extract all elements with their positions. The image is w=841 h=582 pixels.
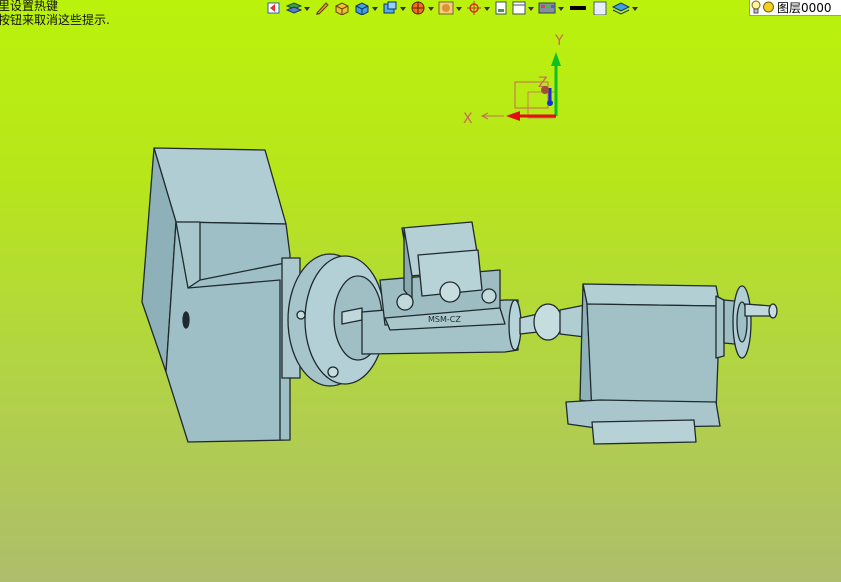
tailstock	[565, 283, 725, 445]
axis-y-label: Y	[554, 33, 564, 49]
lathe-model: MSM-CZ	[141, 147, 778, 445]
axis-x-label: X	[463, 111, 473, 127]
headstock-box	[141, 147, 291, 443]
coordinate-triad: Y Z X	[463, 33, 564, 127]
3d-viewport[interactable]: Y Z X MSM-CZ	[0, 0, 841, 582]
machine-vise: MSM-CZ	[379, 221, 506, 331]
handwheel	[723, 285, 778, 359]
vise-marking: MSM-CZ	[428, 315, 461, 324]
